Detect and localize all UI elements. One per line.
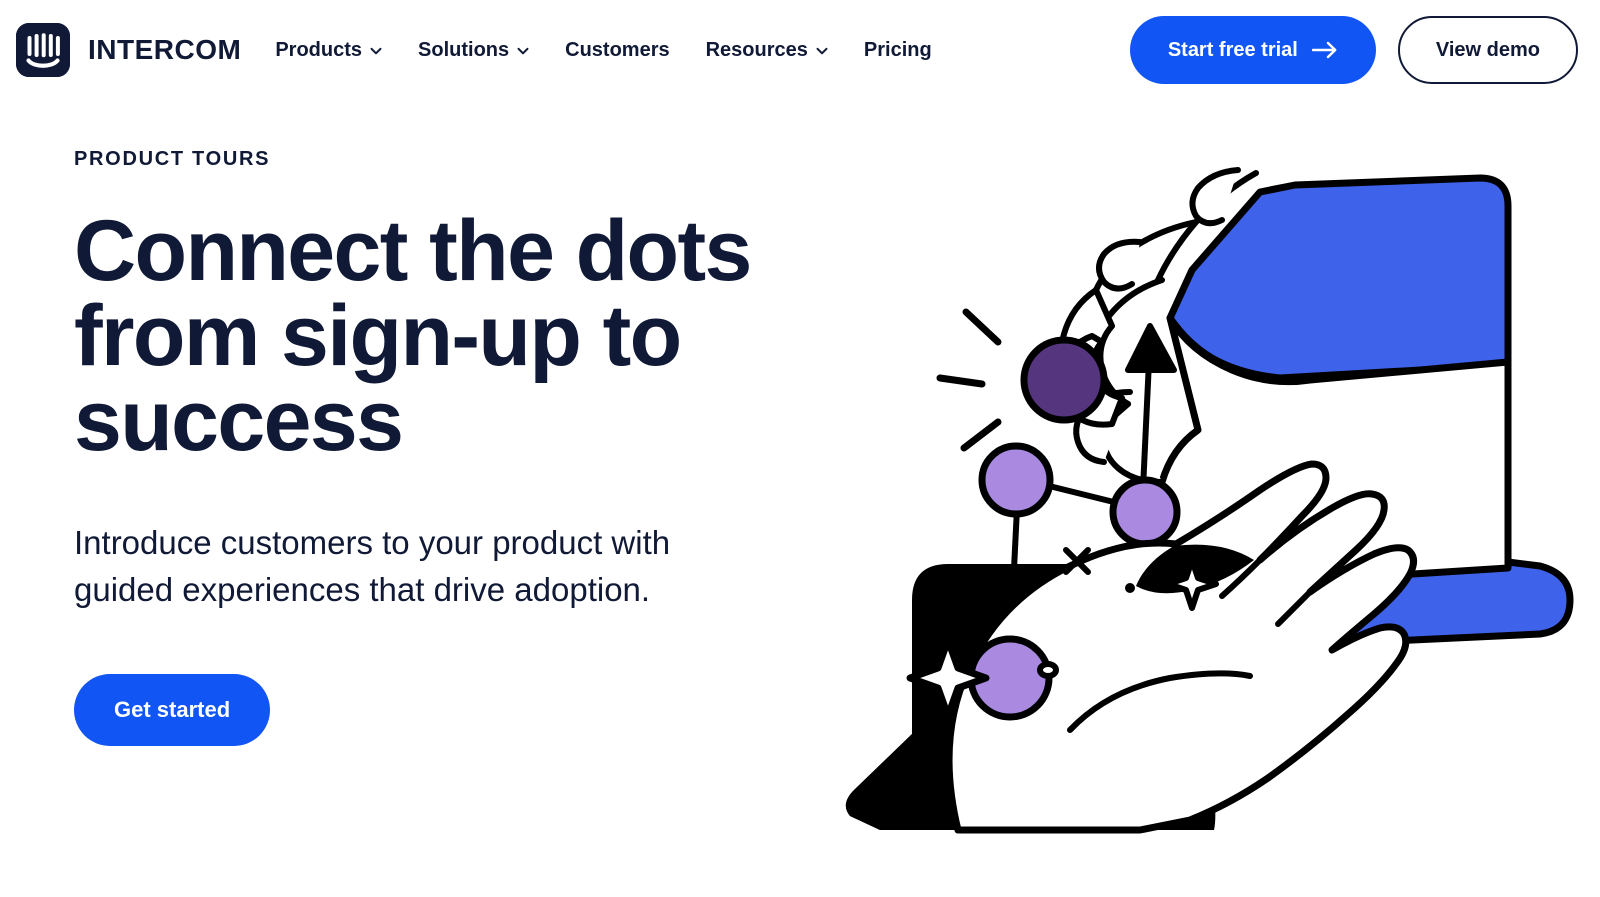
intercom-logo-icon [16, 23, 70, 77]
chevron-down-icon [517, 45, 529, 57]
main-navigation: Products Solutions Customers Resources P… [275, 39, 931, 62]
hero-subtitle: Introduce customers to your product with… [74, 524, 671, 609]
site-header: INTERCOM Products Solutions Customers Re… [0, 0, 1600, 100]
brand-logo[interactable]: INTERCOM [16, 23, 241, 77]
hero-section: PRODUCT TOURS Connect the dots from sign… [0, 100, 1600, 897]
nav-item-label: Customers [565, 38, 670, 61]
header-actions: Start free trial View demo [1129, 16, 1578, 84]
nav-item-label: Solutions [418, 38, 510, 61]
nav-item-pricing[interactable]: Pricing [864, 39, 932, 62]
view-demo-button[interactable]: View demo [1397, 16, 1578, 84]
chevron-down-icon [816, 45, 828, 57]
sparkle-ring [1037, 661, 1059, 679]
sparkle-dot [957, 577, 967, 587]
connect-the-dots-hands-illustration [845, 167, 1574, 834]
purple-dot-left [978, 442, 1054, 518]
hero-copy: PRODUCT TOURS Connect the dots from sign… [0, 130, 840, 897]
start-free-trial-label: Start free trial [1167, 38, 1298, 61]
nav-item-label: Pricing [863, 38, 932, 61]
nav-item-resources[interactable]: Resources [706, 39, 828, 62]
chevron-down-icon [370, 45, 382, 57]
nav-item-label: Products [275, 38, 363, 61]
get-started-button[interactable]: Get started [74, 674, 271, 747]
hero-eyebrow: PRODUCT TOURS [74, 148, 271, 170]
purple-dot-right [1109, 476, 1181, 548]
arrow-up-icon [1125, 323, 1177, 373]
sparkle-dot [1125, 583, 1135, 593]
nav-item-solutions[interactable]: Solutions [418, 39, 529, 62]
page-title: Connect the dots from sign-up to success [74, 203, 752, 470]
arrow-right-icon [1311, 41, 1338, 59]
nav-item-products[interactable]: Products [275, 39, 382, 62]
hero-illustration [840, 130, 1600, 897]
nav-item-label: Resources [705, 38, 808, 61]
start-free-trial-button[interactable]: Start free trial [1129, 16, 1376, 84]
brand-name: INTERCOM [88, 34, 242, 65]
nav-item-customers[interactable]: Customers [565, 39, 669, 62]
dark-purple-dot [1020, 336, 1108, 424]
